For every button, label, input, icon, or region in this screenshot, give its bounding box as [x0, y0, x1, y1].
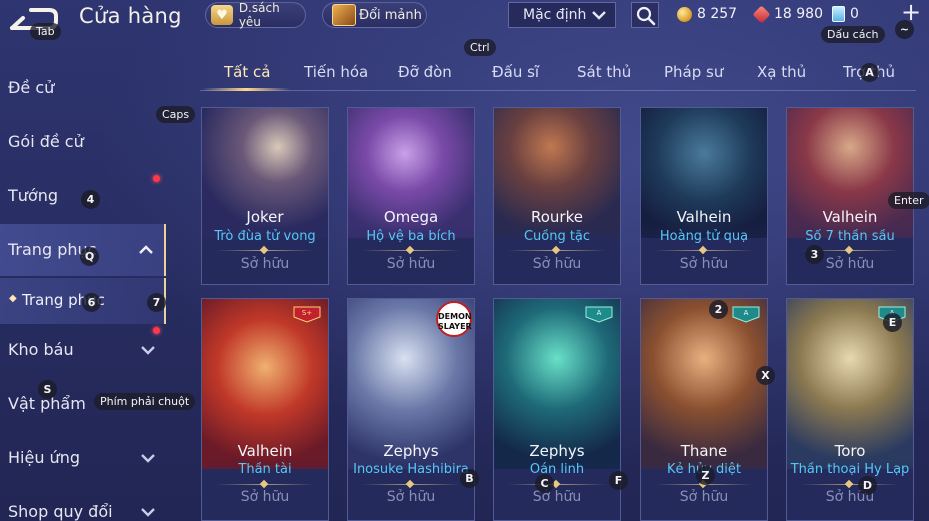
skin-card[interactable]: S+ Valhein Thần tài Sở hữu [201, 298, 329, 521]
hero-name: Zephys [529, 442, 585, 460]
svg-text:A: A [744, 309, 749, 317]
skin-name: Hộ vệ ba bích [366, 229, 456, 244]
owned-status: Sở hữu [679, 489, 729, 505]
hero-name: Thane [680, 442, 728, 460]
owned-status: Sở hữu [679, 256, 729, 272]
key-hint-7: 7 [147, 293, 166, 312]
skin-name: Số 7 thần sầu [805, 229, 895, 244]
divider [801, 479, 899, 489]
limited-tier-badge-icon: A [732, 306, 760, 323]
key-hint-tilde: ~ [895, 20, 914, 39]
skin-name: Hoàng tử quạ [659, 229, 749, 244]
skin-name: Thần thoại Hy Lạp [790, 462, 910, 477]
key-hint-x: X [756, 366, 775, 385]
hero-name: Valhein [676, 208, 732, 226]
divider [508, 245, 606, 255]
skin-grid: Joker Trò đùa tử vong Sở hữu Omega Hộ vệ… [0, 0, 929, 521]
key-hint-4: 4 [81, 190, 100, 209]
key-hint-ctrl: Ctrl [464, 39, 496, 56]
hero-name: Zephys [383, 442, 439, 460]
skin-name: Oán linh [529, 462, 585, 477]
key-hint-enter: Enter [888, 192, 929, 209]
owned-status: Sở hữu [532, 256, 582, 272]
owned-status: Sở hữu [240, 256, 290, 272]
divider [362, 245, 460, 255]
key-hint-c: C [535, 474, 554, 493]
skin-card[interactable]: Joker Trò đùa tử vong Sở hữu [201, 107, 329, 285]
key-hint-z: Z [696, 466, 715, 485]
key-hint-space: Dấu cách [821, 26, 885, 43]
key-hint-3: 3 [805, 245, 824, 264]
hero-name: Valhein [822, 208, 878, 226]
svg-text:A: A [597, 309, 602, 317]
divider [655, 245, 753, 255]
divider [508, 479, 606, 489]
skin-name: Inosuke Hashibira [353, 462, 469, 477]
owned-status: Sở hữu [240, 489, 290, 505]
shop-screen: Cửa hàng ♥ D.sách yêu Đổi mảnh Mặc định … [0, 0, 929, 521]
skin-card[interactable]: Rourke Cuồng tặc Sở hữu [493, 107, 621, 285]
owned-status: Sở hữu [386, 489, 436, 505]
key-hint-caps: Caps [156, 106, 196, 123]
hero-name: Valhein [237, 442, 293, 460]
limited-tier-badge-icon: S+ [293, 306, 321, 323]
skin-card[interactable]: A Thane Kẻ hủy diệt Sở hữu [640, 298, 768, 521]
divider [216, 479, 314, 489]
owned-status: Sở hữu [825, 489, 875, 505]
skin-name: Cuồng tặc [523, 229, 591, 244]
hero-name: Joker [246, 208, 284, 226]
key-hint-q: Q [80, 247, 99, 266]
divider [216, 245, 314, 255]
skin-card[interactable]: A Zephys Oán linh Sở hữu [493, 298, 621, 521]
key-hint-f: F [609, 471, 628, 490]
skin-card[interactable]: Valhein Hoàng tử quạ Sở hữu [640, 107, 768, 285]
key-hint-b: B [460, 469, 479, 488]
key-hint-e: E [883, 313, 902, 332]
key-hint-s: S [38, 380, 57, 399]
skin-card[interactable]: Omega Hộ vệ ba bích Sở hữu [347, 107, 475, 285]
collab-logo-icon: DEMON SLAYER [436, 301, 472, 337]
key-hint-2: 2 [709, 300, 728, 319]
key-hint-right-click: Phím phải chuột [94, 393, 196, 410]
skin-card[interactable]: DEMON SLAYER Zephys Inosuke Hashibira Sở … [347, 298, 475, 521]
key-hint-a: A [860, 63, 879, 82]
hero-name: Omega [383, 208, 439, 226]
hero-name: Toro [834, 442, 866, 460]
owned-status: Sở hữu [386, 256, 436, 272]
divider [362, 479, 460, 489]
skin-name: Thần tài [238, 462, 292, 477]
hero-name: Rourke [531, 208, 583, 226]
limited-tier-badge-icon: A [585, 306, 613, 323]
key-hint-tab: Tab [30, 23, 61, 40]
owned-status: Sở hữu [532, 489, 582, 505]
skin-name: Trò đùa tử vong [214, 229, 316, 244]
key-hint-6: 6 [82, 293, 101, 312]
key-hint-d: D [858, 476, 877, 495]
svg-text:S+: S+ [302, 309, 312, 317]
